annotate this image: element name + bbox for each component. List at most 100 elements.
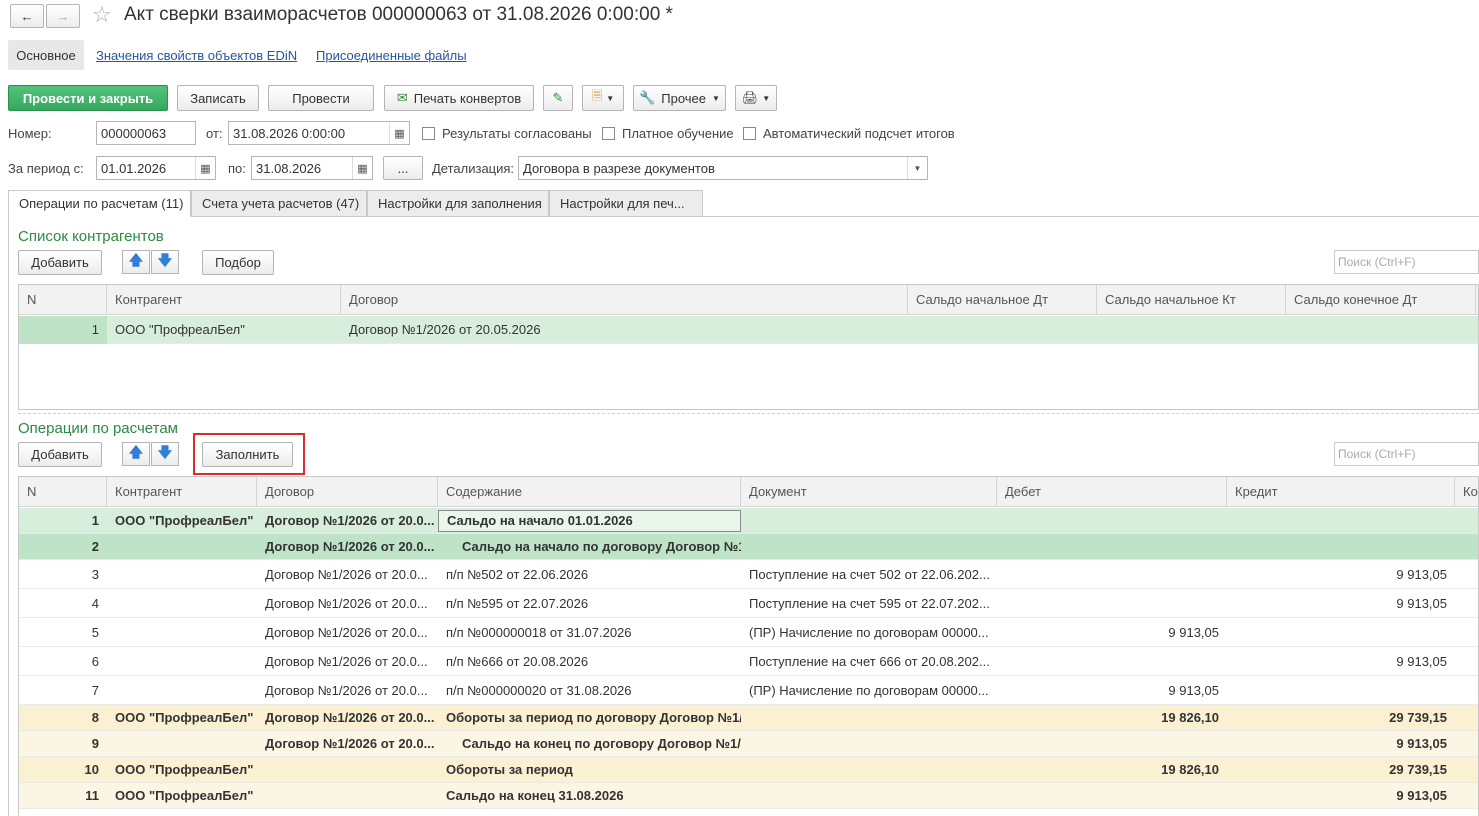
cell-n: 10 [84,762,99,777]
col-header-n[interactable]: N [19,285,107,315]
cell-contract: Договор №1/2026 от 20.0... [265,736,435,751]
cell-content: Сальдо на конец по договору Договор №1/.… [462,736,741,751]
page-title: Акт сверки взаиморасчетов 000000063 от 3… [124,4,673,25]
save-button[interactable]: Записать [177,85,259,111]
table-row[interactable]: 4 Договор №1/2026 от 20.0... п/п №595 от 2… [19,589,1478,618]
chevron-down-icon: ▼ [606,93,615,103]
cell-document: (ПР) Начисление по договорам 00000... [749,683,989,698]
table-row[interactable]: 1 ООО "ПрофреалБел" Договор №1/2026 от 2… [19,316,1478,344]
tab-accounts[interactable]: Счета учета расчетов (47) [191,190,367,217]
cell-n: 9 [91,736,99,751]
operations-move-up-button[interactable]: 🡅 [122,442,150,466]
cell-n: 4 [91,596,99,611]
back-button[interactable]: ← [10,4,44,28]
col-header-closing-dt[interactable]: Сальдо конечное Дт [1286,285,1476,315]
from-label: от: [206,126,223,141]
auto-totals-checkbox[interactable] [743,127,756,140]
table-row[interactable]: 9 Договор №1/2026 от 20.0... Сальдо на кон… [19,731,1478,757]
table-row[interactable]: 8 ООО "ПрофреалБел" Договор №1/2026 от 20.… [19,705,1478,731]
cell-document [741,508,997,534]
operations-add-button[interactable]: Добавить [18,442,102,467]
table-row[interactable]: 1 ООО "ПрофреалБел" Договор №1/2026 от 20.… [19,508,1478,534]
post-button[interactable]: Провести [268,85,374,111]
cell-contract: Договор №1/2026 от 20.05.2026 [349,322,541,337]
operations-search-input[interactable]: Поиск (Ctrl+F) [1334,442,1479,466]
other-label: Прочее [661,90,707,106]
cell-content: Сальдо на конец 31.08.2026 [446,788,624,803]
contractors-search-input[interactable]: Поиск (Ctrl+F) [1334,250,1479,274]
col-header-opening-kt[interactable]: Сальдо начальное Кт [1097,285,1286,315]
number-field[interactable]: 000000063 [96,121,196,145]
operations-move-down-button[interactable]: 🡇 [151,442,179,466]
table-row[interactable]: 5 Договор №1/2026 от 20.0... п/п №00000001… [19,618,1478,647]
other-menu-button[interactable]: 🔧 Прочее ▼ [633,85,726,111]
tab-fill-settings[interactable]: Настройки для заполнения [367,190,549,217]
calendar-icon[interactable]: ▦ [389,122,409,144]
col-header-debit[interactable]: Дебет [997,477,1227,507]
paid-training-checkbox[interactable] [602,127,615,140]
cell-contract [257,783,438,809]
col-header-contract[interactable]: Договор [341,285,908,315]
date-field[interactable]: 31.08.2026 0:00:00 ▦ [228,121,410,145]
cell-n: 8 [91,710,99,725]
contractors-move-up-button[interactable]: 🡅 [122,250,150,274]
star-icon[interactable]: ☆ [92,2,112,28]
splitter[interactable] [18,413,1479,414]
cell-contractor [107,676,257,705]
tab-operations[interactable]: Операции по расчетам (11) [8,190,191,217]
nav-main[interactable]: Основное [8,40,84,70]
nav-files-link[interactable]: Присоединенные файлы [316,48,467,63]
table-row[interactable]: 3 Договор №1/2026 от 20.0... п/п №502 от 2… [19,560,1478,589]
col-header-credit[interactable]: Кредит [1227,477,1455,507]
tab-print-settings[interactable]: Настройки для печ... [549,190,703,217]
edit-document-button[interactable]: ✎ [543,85,573,111]
period-from-field[interactable]: 01.01.2026 ▦ [96,156,216,180]
to-label: по: [228,161,246,176]
calendar-icon[interactable]: ▦ [352,157,372,179]
calendar-icon[interactable]: ▦ [195,157,215,179]
table-row[interactable]: 7 Договор №1/2026 от 20.0... п/п №00000002… [19,676,1478,705]
col-header-content[interactable]: Содержание [438,477,741,507]
cell-contract: Договор №1/2026 от 20.0... [265,539,435,554]
cell-credit: 9 913,05 [1396,654,1447,669]
period-to-field[interactable]: 31.08.2026 ▦ [251,156,373,180]
cell-debit [997,508,1227,534]
col-header-contractor[interactable]: Контрагент [107,285,341,315]
cell-document [741,534,997,560]
fill-button[interactable]: Заполнить [202,442,293,467]
print-envelopes-button[interactable]: ✉ Печать конвертов [384,85,534,111]
cell-n: 6 [91,654,99,669]
cell-n: 2 [91,539,99,554]
agreed-checkbox[interactable] [422,127,435,140]
contractors-add-button[interactable]: Добавить [18,250,102,275]
contractors-pick-button[interactable]: Подбор [202,250,274,275]
cell-debit: 9 913,05 [1168,625,1219,640]
col-header-more[interactable]: Ко [1455,477,1478,507]
arrow-left-icon: ← [20,8,34,24]
detail-select[interactable]: Договора в разрезе документов ▼ [518,156,928,180]
forward-button[interactable]: → [46,4,80,28]
print-menu-button[interactable]: 🖨 ▼ [735,85,777,111]
table-row[interactable]: 6 Договор №1/2026 от 20.0... п/п №666 от 2… [19,647,1478,676]
cell-contract: Договор №1/2026 от 20.0... [265,654,428,669]
period-select-button[interactable]: ... [383,156,423,180]
col-header-document[interactable]: Документ [741,477,997,507]
chevron-down-icon[interactable]: ▼ [907,157,927,179]
col-header-contractor[interactable]: Контрагент [107,477,257,507]
cell-debit: 19 826,10 [1161,710,1219,725]
col-header-n[interactable]: N [19,477,107,507]
post-and-close-button[interactable]: Провести и закрыть [8,85,168,111]
contractors-table: N Контрагент Договор Сальдо начальное Дт… [18,284,1479,410]
table-row[interactable]: 2 Договор №1/2026 от 20.0... Сальдо на нач… [19,534,1478,560]
cell-credit: 9 913,05 [1396,736,1447,751]
nav-edin-link[interactable]: Значения свойств объектов EDiN [96,48,297,63]
cell-document [741,705,997,731]
table-row[interactable]: 10 ООО "ПрофреалБел" Обороты за период 19 8… [19,757,1478,783]
cell-credit [1227,534,1455,560]
col-header-contract[interactable]: Договор [257,477,438,507]
create-based-on-button[interactable]: 🗏 ▼ [582,85,624,111]
cell-document: Поступление на счет 666 от 20.08.202... [749,654,990,669]
contractors-move-down-button[interactable]: 🡇 [151,250,179,274]
table-row[interactable]: 11 ООО "ПрофреалБел" Сальдо на конец 31.08… [19,783,1478,809]
col-header-opening-dt[interactable]: Сальдо начальное Дт [908,285,1097,315]
